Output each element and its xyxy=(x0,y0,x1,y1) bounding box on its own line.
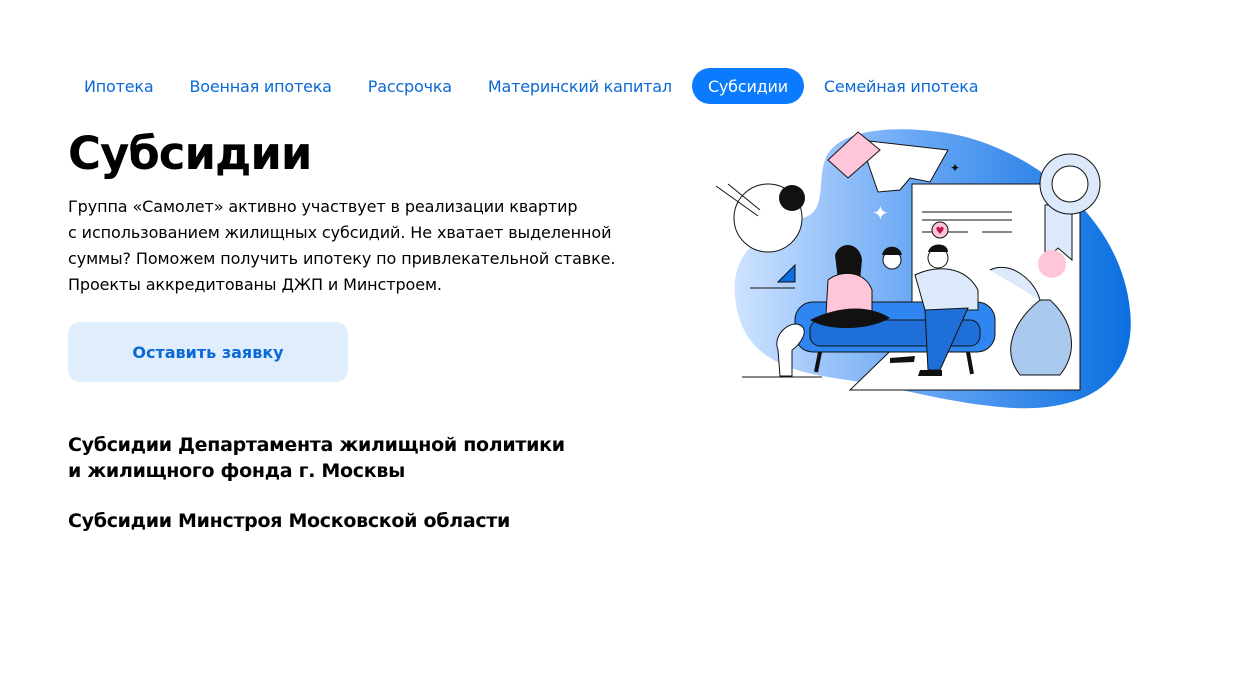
section-title-moscow[interactable]: Субсидии Департамента жилищной политики … xyxy=(68,432,565,484)
shoe xyxy=(918,370,942,376)
tab-mortgage[interactable]: Ипотека xyxy=(68,68,169,104)
moon-dot xyxy=(779,185,805,211)
description-line: суммы? Поможем получить ипотеку по привл… xyxy=(68,249,616,268)
description-line: Проекты аккредитованы ДЖП и Минстроем. xyxy=(68,275,442,294)
sparkle-icon: ✦ xyxy=(950,161,960,175)
family-on-sofa-with-certificate-illustration: ♥ ✦ ✦ xyxy=(715,129,1131,409)
section-title-moscow-region[interactable]: Субсидии Минстроя Московской области xyxy=(68,508,510,534)
tab-maternity-capital[interactable]: Материнский капитал xyxy=(472,68,688,104)
description-line: с использованием жилищных субсидий. Не х… xyxy=(68,223,612,242)
flower xyxy=(1038,250,1066,278)
page: Ипотека Военная ипотека Рассрочка Матери… xyxy=(0,0,1260,700)
tab-family-mortgage[interactable]: Семейная ипотека xyxy=(808,68,994,104)
heart-icon: ♥ xyxy=(936,226,945,237)
tab-military-mortgage[interactable]: Военная ипотека xyxy=(173,68,347,104)
sparkle-icon: ✦ xyxy=(872,201,889,225)
section-title-line: Субсидии Департамента жилищной политики xyxy=(68,434,565,456)
apply-button[interactable]: Оставить заявку xyxy=(68,322,348,382)
section-title-line: и жилищного фонда г. Москвы xyxy=(68,460,405,482)
page-title: Субсидии xyxy=(68,127,312,180)
tab-subsidies[interactable]: Субсидии xyxy=(691,68,804,104)
badge-center xyxy=(1051,165,1089,203)
tab-installment[interactable]: Рассрочка xyxy=(352,68,468,104)
tabs-nav: Ипотека Военная ипотека Рассрочка Матери… xyxy=(68,68,998,104)
hero-description: Группа «Самолет» активно участвует в реа… xyxy=(68,194,628,298)
section-title-line: Субсидии Минстроя Московской области xyxy=(68,510,511,532)
description-line: Группа «Самолет» активно участвует в реа… xyxy=(68,197,578,216)
